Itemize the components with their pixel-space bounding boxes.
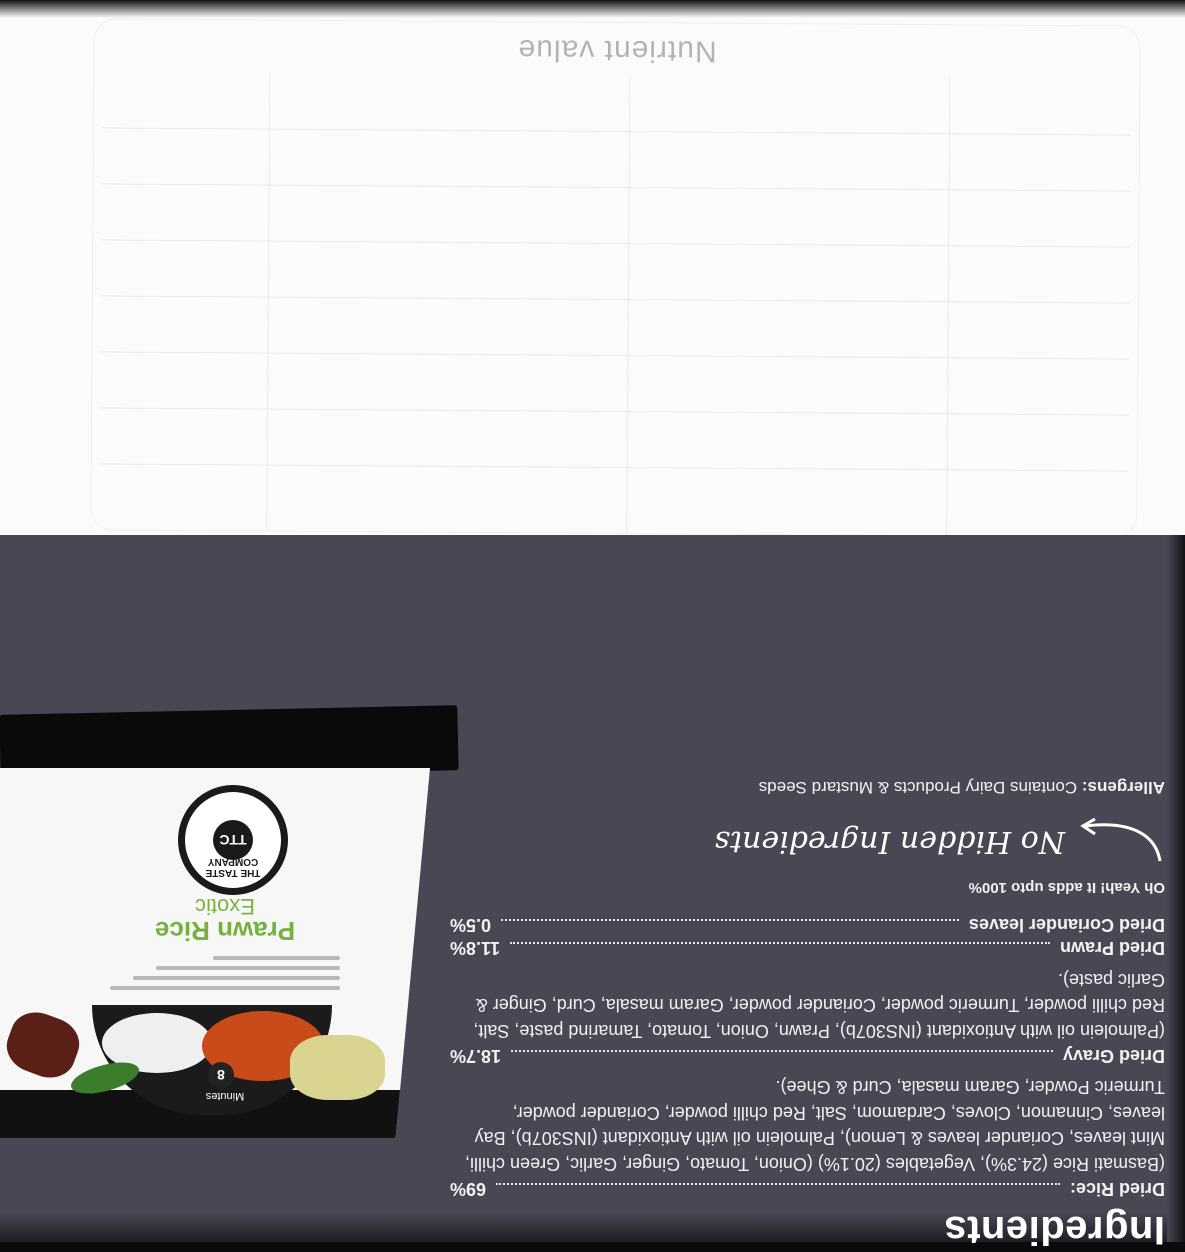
vegetable-garnish-image (290, 1035, 385, 1100)
top-edge-shadow (0, 0, 1185, 18)
ingredient-percent: 11.8% (450, 938, 501, 959)
allergen-line: Allergens: Contains Dairy Products & Mus… (450, 778, 1165, 798)
ingredients-block: Ingredients Dried Rice: 69% (Basmati Ric… (450, 632, 1165, 1252)
ingredient-detail: (Palmolein oil with Antioxidant (INS307b… (473, 970, 1165, 1041)
ingredient-percent: 0.5% (450, 915, 492, 936)
brand-logo: THE TASTE COMPANY TTC (178, 785, 288, 895)
nutrition-table-row (101, 127, 1132, 192)
total-note: Oh Yeah! It adds upto 100% (968, 879, 1165, 897)
nutrition-table-row (102, 71, 1132, 136)
dotted-leader (496, 1183, 1060, 1185)
ingredient-name: Dried Prawn (1059, 938, 1165, 959)
nutrition-table-row (100, 239, 1131, 304)
nutrition-table-row (99, 407, 1130, 472)
ingredient-line: Dried Coriander leaves 0.5% (450, 915, 1165, 936)
nutrition-table-row (99, 463, 1128, 526)
cook-time-badge: 8 (208, 1062, 234, 1088)
ingredients-heading: Ingredients (943, 1208, 1165, 1252)
dotted-leader (511, 1050, 1053, 1052)
product-title-line2: Prawn Rice (154, 916, 296, 946)
dotted-leader (510, 942, 1050, 945)
ingredient-line: Dried Gravy 18.7% (450, 1045, 1165, 1066)
ingredient-detail: (Basmati Rice (24.3%), Vegetables (20.1%… (465, 1077, 1165, 1175)
cook-time-unit: Minutes (205, 1090, 245, 1102)
nutrition-table-row (101, 183, 1131, 248)
ingredient-name: Dried Gravy (1062, 1046, 1165, 1066)
dotted-leader (501, 919, 959, 922)
ingredient-percent: 18.7% (450, 1046, 502, 1066)
allergen-label: Allergens: (1081, 778, 1165, 798)
nutrition-table-card: Nutrient value (90, 18, 1141, 538)
panel-right-shadow (1167, 535, 1185, 1242)
nutrition-table-row (100, 295, 1130, 360)
ingredient-line: Dried Prawn 11.8% (450, 938, 1165, 959)
nutrition-table-row (100, 351, 1130, 416)
allergen-text: Contains Dairy Products & Mustard Seeds (758, 778, 1078, 798)
brand-badge: TTC (213, 820, 253, 860)
signature-row: No Hidden Ingredients (450, 812, 1165, 872)
handwritten-signature: No Hidden Ingredients (714, 824, 1065, 859)
ingredient-name: Dried Rice: (1069, 1179, 1165, 1199)
ingredient-percent: 69% (450, 1179, 487, 1199)
product-description-illegible (110, 944, 340, 996)
ingredient-line: Dried Rice: 69% (450, 1178, 1165, 1199)
nutrition-title: Nutrient value (517, 33, 717, 68)
ingredient-name: Dried Coriander leaves (968, 915, 1165, 936)
curved-arrow-icon (1080, 818, 1162, 862)
